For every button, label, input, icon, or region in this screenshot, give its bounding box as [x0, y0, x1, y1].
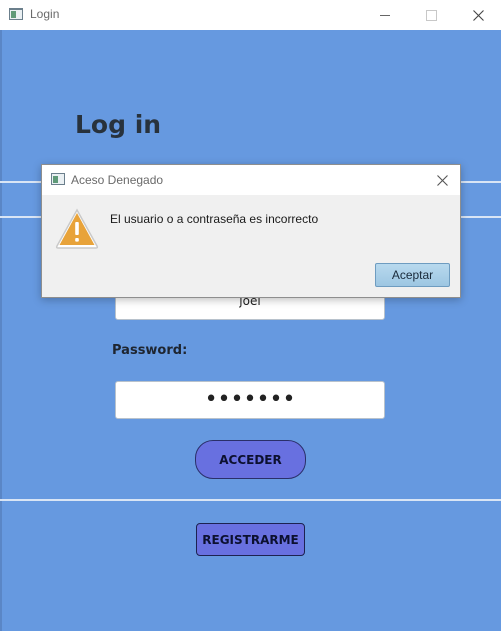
- close-icon: [436, 174, 448, 186]
- register-button[interactable]: REGISTRARME: [196, 523, 305, 556]
- error-dialog: Aceso Denegado El usuario o a contraseña…: [41, 164, 461, 298]
- minimize-icon: [380, 14, 390, 16]
- close-button[interactable]: [455, 0, 501, 30]
- divider: [0, 499, 501, 501]
- maximize-icon: [425, 9, 437, 21]
- minimize-button[interactable]: [362, 0, 408, 30]
- ok-button[interactable]: Aceptar: [375, 263, 450, 287]
- login-button[interactable]: ACCEDER: [195, 440, 306, 479]
- maximize-button[interactable]: [408, 0, 454, 30]
- window-titlebar: Login: [0, 0, 501, 30]
- dialog-close-button[interactable]: [432, 170, 452, 190]
- password-label: Password:: [112, 343, 188, 358]
- close-icon: [472, 9, 484, 21]
- app-window-icon: [9, 8, 23, 20]
- dialog-message: El usuario o a contraseña es incorrecto: [110, 212, 319, 226]
- dialog-title: Aceso Denegado: [71, 173, 164, 187]
- password-field[interactable]: •••••••: [115, 381, 385, 419]
- page-title: Log in: [75, 110, 162, 139]
- warning-icon: [55, 208, 99, 249]
- dialog-titlebar: Aceso Denegado: [42, 165, 460, 195]
- app-window-icon: [51, 173, 65, 185]
- window-title: Login: [30, 7, 60, 21]
